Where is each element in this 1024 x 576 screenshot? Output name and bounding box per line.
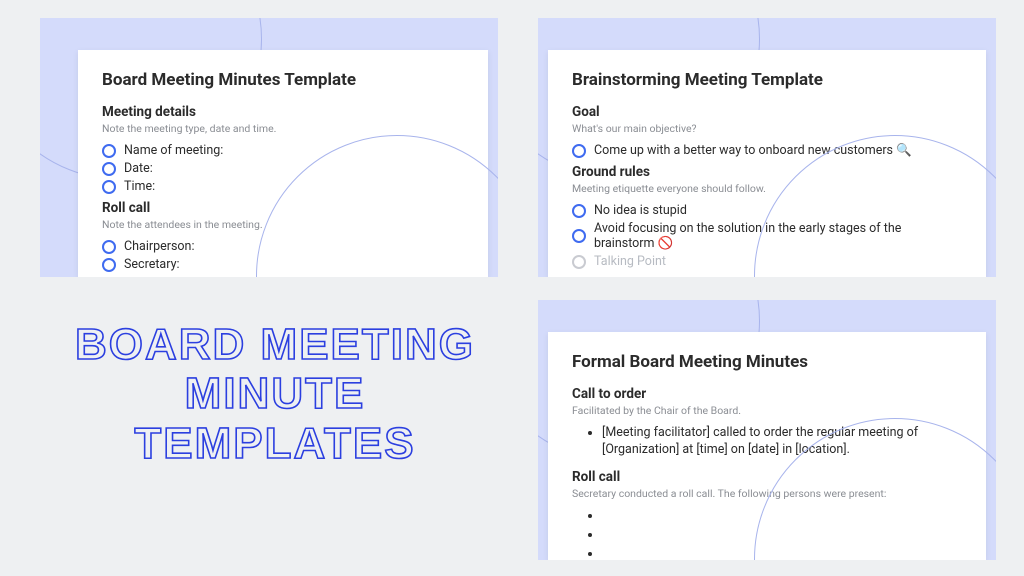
section-subtitle: Meeting etiquette everyone should follow… <box>572 182 962 195</box>
panel-brainstorming: Brainstorming Meeting Template Goal What… <box>538 18 996 277</box>
talking-point-label: Talking Point <box>594 254 666 269</box>
card-brainstorming: Brainstorming Meeting Template Goal What… <box>548 50 986 277</box>
bullet-item: [Meeting facilitator] called to order th… <box>602 425 962 459</box>
card-title: Formal Board Meeting Minutes <box>572 352 962 372</box>
radio-icon <box>572 255 586 269</box>
section-subtitle: Note the attendees in the meeting. <box>102 218 464 231</box>
section-title-meeting-details: Meeting details <box>102 104 464 120</box>
radio-icon <box>572 229 586 243</box>
talking-point-label: Name of meeting: <box>124 143 223 158</box>
radio-icon <box>102 240 116 254</box>
talking-point-label: Time: <box>124 179 155 194</box>
section-title-roll-call: Roll call <box>102 200 464 216</box>
talking-point[interactable]: Come up with a better way to onboard new… <box>572 143 962 158</box>
radio-icon <box>102 180 116 194</box>
section-title-call-to-order: Call to order <box>572 386 962 402</box>
radio-icon <box>572 204 586 218</box>
section-subtitle: Secretary conducted a roll call. The fol… <box>572 487 962 500</box>
section-title-roll-call: Roll call <box>572 469 962 485</box>
talking-point[interactable]: Secretary: <box>102 257 464 272</box>
talking-point[interactable]: Time: <box>102 179 464 194</box>
section-subtitle: Facilitated by the Chair of the Board. <box>572 404 962 417</box>
radio-icon <box>102 258 116 272</box>
section-title-ground-rules: Ground rules <box>572 164 962 180</box>
talking-point-label: Avoid focusing on the solution in the ea… <box>594 221 962 251</box>
section-subtitle: What's our main objective? <box>572 122 962 135</box>
radio-icon <box>572 144 586 158</box>
panel-formal-minutes: Formal Board Meeting Minutes Call to ord… <box>538 300 996 560</box>
section-title-goal: Goal <box>572 104 962 120</box>
page-headline: BOARD MEETING MINUTE TEMPLATES <box>55 320 495 468</box>
bullet-item-empty <box>602 527 962 544</box>
card-formal-minutes: Formal Board Meeting Minutes Call to ord… <box>548 332 986 560</box>
bullet-list <box>572 508 962 560</box>
radio-icon <box>102 162 116 176</box>
bullet-list: [Meeting facilitator] called to order th… <box>572 425 962 459</box>
section-subtitle: Note the meeting type, date and time. <box>102 122 464 135</box>
talking-point-label: No idea is stupid <box>594 203 687 218</box>
talking-point-label: Come up with a better way to onboard new… <box>594 143 912 158</box>
talking-point[interactable]: Date: <box>102 161 464 176</box>
talking-point[interactable]: No idea is stupid <box>572 203 962 218</box>
talking-point-label: Secretary: <box>124 257 180 272</box>
panel-board-minutes: Board Meeting Minutes Template Meeting d… <box>40 18 498 277</box>
card-title: Board Meeting Minutes Template <box>102 70 464 90</box>
radio-icon <box>102 144 116 158</box>
bullet-item-empty <box>602 508 962 525</box>
talking-point[interactable]: Name of meeting: <box>102 143 464 158</box>
card-board-minutes: Board Meeting Minutes Template Meeting d… <box>78 50 488 277</box>
talking-point-label: Chairperson: <box>124 239 195 254</box>
talking-point[interactable]: Chairperson: <box>102 239 464 254</box>
talking-point-label: Date: <box>124 161 153 176</box>
bullet-item-empty <box>602 546 962 561</box>
talking-point[interactable]: Avoid focusing on the solution in the ea… <box>572 221 962 251</box>
talking-point-placeholder[interactable]: Talking Point <box>572 254 962 269</box>
card-title: Brainstorming Meeting Template <box>572 70 962 90</box>
